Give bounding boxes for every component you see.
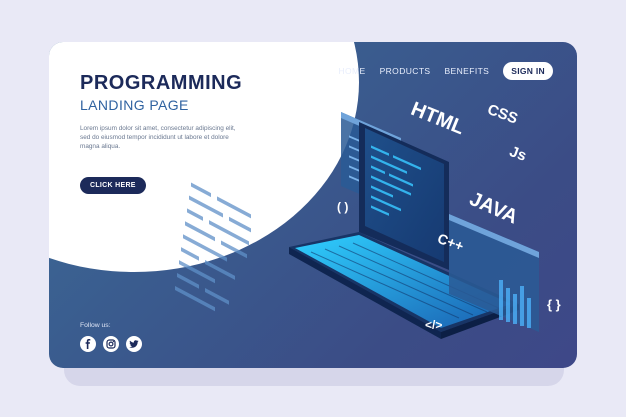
twitter-icon[interactable] xyxy=(126,336,142,352)
landing-card: PYTHON PHP HTML CSS Js JAVA C++ ( ) { } … xyxy=(49,42,577,368)
instagram-icon[interactable] xyxy=(103,336,119,352)
click-here-button[interactable]: CLICK HERE xyxy=(80,177,146,194)
braces-label: { } xyxy=(547,297,561,312)
social-links xyxy=(80,336,142,352)
nav-benefits[interactable]: BENEFITS xyxy=(444,66,489,76)
nav-home[interactable]: HOME xyxy=(338,66,365,76)
sign-in-button[interactable]: SIGN IN xyxy=(503,62,553,80)
page-title: PROGRAMMING xyxy=(80,72,243,94)
nav-products[interactable]: PRODUCTS xyxy=(380,66,431,76)
page-subtitle: LANDING PAGE xyxy=(80,97,189,113)
top-nav: HOME PRODUCTS BENEFITS SIGN IN xyxy=(338,62,553,80)
facebook-icon[interactable] xyxy=(80,336,96,352)
code-tag-label: </> xyxy=(425,318,443,332)
parens-label: ( ) xyxy=(337,200,349,214)
hero-body-text: Lorem ipsum dolor sit amet, consectetur … xyxy=(80,125,236,150)
follow-us-label: Follow us: xyxy=(80,322,111,329)
code-lines-decoration xyxy=(175,182,251,312)
